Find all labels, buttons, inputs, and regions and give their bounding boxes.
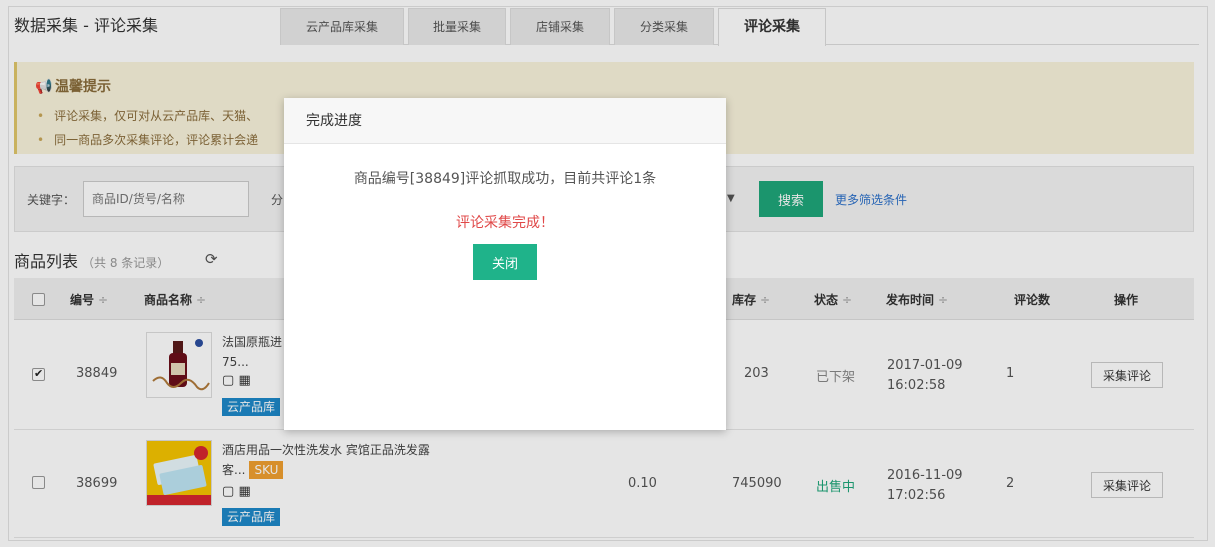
close-button[interactable]: 关闭 — [473, 244, 537, 280]
dialog-message: 商品编号[38849]评论抓取成功，目前共评论1条 — [353, 171, 657, 187]
progress-dialog: 完成进度 商品编号[38849]评论抓取成功，目前共评论1条 评论采集完成！ 关… — [284, 98, 726, 430]
dialog-title: 完成进度 — [284, 98, 726, 144]
dialog-complete-text: 评论采集完成！ — [456, 215, 554, 231]
